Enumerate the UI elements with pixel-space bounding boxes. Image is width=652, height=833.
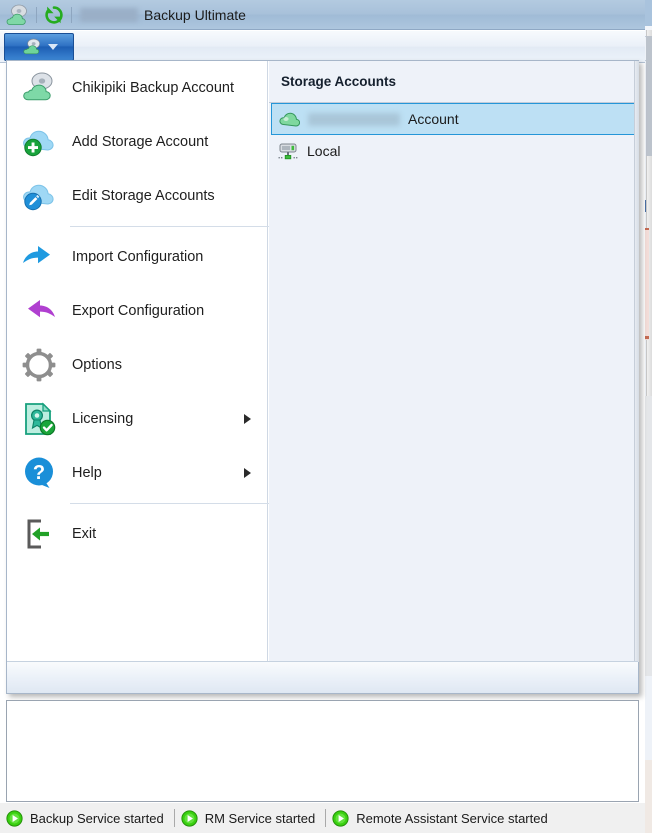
menu-item-label: Exit [72,526,97,542]
menu-item-label: Help [72,465,102,481]
titlebar-separator-2 [71,6,72,23]
status-item-remote-assistant-service: Remote Assistant Service started [326,803,557,833]
main-window: Backup Ultimate Chikipiki Backup Account… [0,0,645,833]
titlebar: Backup Ultimate [0,0,645,30]
menu-item-options[interactable]: Options [7,338,267,392]
local-drive-icon [277,140,299,162]
menu-item-label: Edit Storage Accounts [72,188,215,204]
menu-item-edit-storage-accounts[interactable]: Edit Storage Accounts [7,169,267,223]
main-menu-button[interactable] [4,33,74,61]
status-item-label: Remote Assistant Service started [356,810,548,826]
storage-account-label: Account [308,111,459,127]
cloud-pencil-icon [19,176,59,216]
cloud-plus-icon [19,122,59,162]
status-item-backup-service: Backup Service started [0,803,174,833]
main-content-area [6,700,639,802]
status-item-rm-service: RM Service started [175,803,326,833]
menu-item-exit[interactable]: Exit [7,507,267,561]
storage-accounts-list: Account Local [269,103,639,167]
certificate-check-icon [19,399,59,439]
import-arrow-icon [19,237,59,277]
storage-account-label: Local [307,143,341,159]
application-window: Backup Ultimate Chikipiki Backup Account… [0,0,652,833]
toolbar [0,31,645,63]
status-item-label: RM Service started [204,810,316,826]
statusbar: Backup Service started RM Service starte… [0,803,645,833]
menu-separator [70,226,270,227]
submenu-arrow-icon [244,468,251,478]
svg-text:?: ? [33,462,45,484]
menu-item-label: Options [72,357,122,373]
menu-item-add-storage-account[interactable]: Add Storage Account [7,115,267,169]
chevron-down-icon [47,44,58,50]
titlebar-separator [36,6,37,23]
menu-item-label: Export Configuration [72,303,205,319]
question-bubble-icon: ? [19,453,59,493]
menu-separator [70,503,270,504]
menu-items-list: Chikipiki Backup Account Add Storage Acc… [7,61,270,662]
cloud-backup-icon [21,37,43,57]
service-running-icon [332,809,349,827]
menu-item-export-configuration[interactable]: Export Configuration [7,284,267,338]
storage-accounts-header: Storage Accounts [281,74,397,89]
storage-account-row-selected[interactable]: Account [271,103,637,135]
menu-item-label: Chikipiki Backup Account [72,80,234,96]
export-arrow-icon [19,291,59,331]
storage-accounts-pane: Storage Accounts Account Local [269,61,639,662]
background-window-scrollbar-thumb [646,36,652,156]
menu-item-label: Add Storage Account [72,134,209,150]
service-running-icon [181,809,198,827]
window-title: Backup Ultimate [144,6,246,23]
main-menu-panel: Chikipiki Backup Account Add Storage Acc… [6,60,639,694]
cloud-account-icon [19,68,59,108]
redacted-brand-name [80,7,138,22]
menu-item-help[interactable]: ? Help [7,446,267,500]
menu-item-label: Import Configuration [72,249,204,265]
status-item-label: Backup Service started [30,810,164,826]
submenu-arrow-icon [244,414,251,424]
storage-accounts-scrollbar[interactable] [634,61,639,662]
exit-arrow-icon [19,514,59,554]
menu-item-licensing[interactable]: Licensing [7,392,267,446]
app-icon [4,2,30,28]
storage-account-row-local[interactable]: Local [269,135,639,167]
gear-icon [19,345,59,385]
cloud-green-icon [278,108,301,130]
redacted-account-prefix [308,112,400,126]
menu-item-chikipiki-backup-account[interactable]: Chikipiki Backup Account [7,61,267,115]
menu-item-import-configuration[interactable]: Import Configuration [7,230,267,284]
refresh-icon[interactable] [43,4,65,26]
storage-account-name: Account [408,111,459,127]
menu-footer-bar [7,661,638,693]
service-running-icon [6,809,23,827]
menu-item-label: Licensing [72,411,134,427]
